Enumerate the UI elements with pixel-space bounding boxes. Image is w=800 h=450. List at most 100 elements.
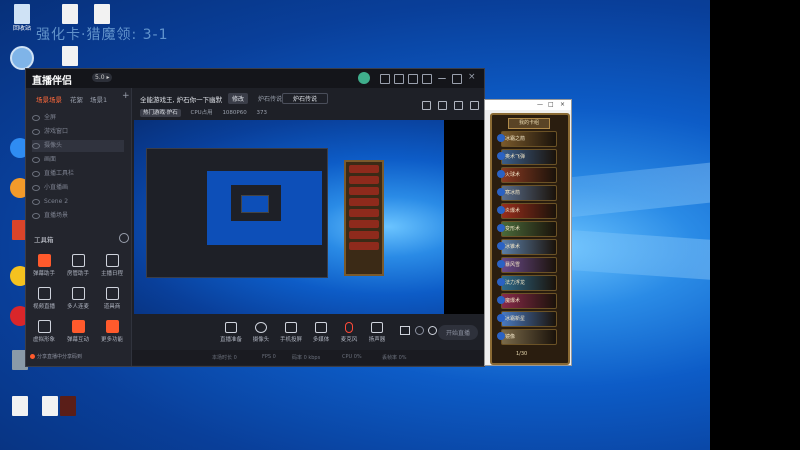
- preview-card-window: [344, 160, 384, 276]
- settings-icon[interactable]: [428, 326, 437, 335]
- notice-icon[interactable]: [394, 74, 404, 84]
- scene-item-selected[interactable]: 摄像头: [32, 140, 124, 152]
- close-icon[interactable]: ×: [468, 72, 476, 82]
- toolbox-collapse-icon[interactable]: [119, 233, 129, 243]
- status-cpu: CPU 0%: [342, 354, 362, 360]
- title-bar: 直播伴侣 5.0 ▸ ×: [26, 69, 484, 88]
- add-scene-button[interactable]: +: [122, 91, 130, 101]
- mana-cost-icon: [497, 224, 505, 232]
- deck-list: 我的卡组 冰霜之箭奥术飞弹火球术寒冰箭炎爆术变形术冰锥术暴风雪法力浮龙魔爆术冰霜…: [490, 113, 570, 365]
- card-name: 冰霜之箭: [505, 136, 526, 142]
- heart-icon[interactable]: [408, 74, 418, 84]
- category-select[interactable]: 炉石传说: [282, 93, 329, 104]
- scene-item[interactable]: 小直播画: [32, 182, 124, 194]
- card-name: 冰锥术: [505, 244, 521, 250]
- streaming-app-window: 直播伴侣 5.0 ▸ × 场景场景 花絮 场景1 + 全屏 游戏窗口 摄像头 画…: [25, 68, 485, 367]
- card-name: 火球术: [505, 172, 521, 178]
- mana-cost-icon: [497, 170, 505, 178]
- tool-multi-mic[interactable]: 多人连麦: [63, 287, 93, 310]
- tool-room-manager[interactable]: 房管助手: [63, 254, 93, 277]
- game-tag-button[interactable]: 热门游戏·炉石: [140, 109, 181, 117]
- deck-card[interactable]: 寒冰箭: [497, 185, 557, 201]
- tool-more[interactable]: 更多功能: [97, 320, 127, 343]
- stream-title: 全能游戏王, 炉石你一下幽默: [140, 96, 223, 104]
- deck-tracker-titlebar: — □ ×: [485, 100, 571, 110]
- prepare-button[interactable]: 直播准备: [218, 322, 244, 343]
- deck-card[interactable]: 魔爆术: [497, 293, 557, 309]
- app-logo: 直播伴侣: [32, 76, 72, 87]
- minimize-icon[interactable]: [438, 74, 446, 79]
- mana-cost-icon: [497, 260, 505, 268]
- minimize-icon[interactable]: —: [537, 101, 543, 108]
- viewer-count: 373: [256, 110, 268, 116]
- deck-card[interactable]: 变形术: [497, 221, 557, 237]
- tool-schedule[interactable]: 主播日程: [97, 254, 127, 277]
- close-icon[interactable]: ×: [560, 101, 565, 108]
- scene-item[interactable]: 画面: [32, 154, 124, 166]
- deck-card[interactable]: 镜像: [497, 329, 557, 345]
- control-bar: 直播准备 摄像头 手机投屏 多媒体 麦克风 扬声器 开始直播: [132, 316, 484, 350]
- mana-cost-icon: [497, 134, 505, 142]
- desktop-icon-recycle-bin[interactable]: 回收站: [2, 4, 42, 32]
- tab-scene[interactable]: 场景场景: [36, 94, 62, 104]
- tool-danmaku-interact[interactable]: 弹幕互动: [63, 320, 93, 343]
- scene-item[interactable]: 全屏: [32, 112, 124, 124]
- tool-prop-shop[interactable]: 道具商: [97, 287, 127, 310]
- stream-preview[interactable]: [134, 120, 484, 314]
- maximize-icon[interactable]: □: [548, 101, 554, 108]
- share-icon[interactable]: [470, 101, 479, 110]
- camera-button[interactable]: 摄像头: [248, 322, 274, 343]
- deck-card[interactable]: 炎爆术: [497, 203, 557, 219]
- status-bar: 本场时长 0 FPS 0 码率 0 kbps CPU 0% 丢帧率 0%: [132, 350, 484, 365]
- scene-item[interactable]: 直播工具栏: [32, 168, 124, 180]
- status-fps: FPS 0: [262, 354, 276, 360]
- mana-cost-icon: [497, 206, 505, 214]
- message-icon[interactable]: [380, 74, 390, 84]
- tool-danmaku-assistant[interactable]: 弹幕助手: [29, 254, 59, 277]
- deck-card[interactable]: 冰锥术: [497, 239, 557, 255]
- deck-card[interactable]: 奥术飞弹: [497, 149, 557, 165]
- start-live-button[interactable]: 开始直播: [438, 325, 479, 340]
- deck-card[interactable]: 火球术: [497, 167, 557, 183]
- menu-icon[interactable]: [422, 74, 432, 84]
- overlay-title: 强化卡·猎魔领: 3-1: [36, 27, 169, 43]
- scene-item[interactable]: Scene 2: [32, 196, 124, 208]
- scene-panel: 场景场景 花絮 场景1 + 全屏 游戏窗口 摄像头 画面 直播工具栏 小直播画 …: [26, 88, 132, 366]
- scene-item[interactable]: 直播场景: [32, 210, 124, 222]
- desktop-icon-file[interactable]: [50, 46, 90, 67]
- mana-cost-icon: [497, 278, 505, 286]
- mana-cost-icon: [497, 314, 505, 322]
- microphone-button[interactable]: 麦克风: [336, 322, 362, 343]
- screenshot-icon[interactable]: [438, 101, 447, 110]
- scene-item[interactable]: 游戏窗口: [32, 126, 124, 138]
- deck-card[interactable]: 冰霜之箭: [497, 131, 557, 147]
- layout-icon[interactable]: [422, 101, 431, 110]
- tool-avatar[interactable]: 虚拟形象: [29, 320, 59, 343]
- tab-scene-1[interactable]: 场景1: [90, 94, 107, 104]
- mana-cost-icon: [497, 242, 505, 250]
- deck-card[interactable]: 冰霜新星: [497, 311, 557, 327]
- preview-eye-icon[interactable]: [415, 326, 424, 335]
- speaker-button[interactable]: 扬声器: [364, 322, 390, 343]
- preview-desktop: [134, 120, 444, 314]
- phone-cast-button[interactable]: 手机投屏: [278, 322, 304, 343]
- version-tag[interactable]: 5.0 ▸: [92, 73, 113, 82]
- share-hint[interactable]: 分享直播中分享码到: [30, 353, 82, 360]
- desktop-icon-file[interactable]: [82, 4, 122, 25]
- mana-cost-icon: [497, 188, 505, 196]
- avatar[interactable]: [358, 72, 370, 84]
- bell-icon[interactable]: [454, 101, 463, 110]
- deck-header: 我的卡组: [508, 118, 550, 129]
- deck-card[interactable]: 暴风雪: [497, 257, 557, 273]
- category-label: 炉石传说: [258, 96, 283, 103]
- tab-extra[interactable]: 花絮: [70, 94, 83, 104]
- maximize-icon[interactable]: [452, 74, 462, 84]
- record-icon[interactable]: [400, 326, 410, 335]
- media-button[interactable]: 多媒体: [308, 322, 334, 343]
- tool-video-live[interactable]: 视频直播: [29, 287, 59, 310]
- deck-card[interactable]: 法力浮龙: [497, 275, 557, 291]
- card-name: 炎爆术: [505, 208, 521, 214]
- edit-title-button[interactable]: 修改: [228, 93, 249, 104]
- mana-cost-icon: [497, 332, 505, 340]
- desktop-icon-game[interactable]: [48, 396, 88, 417]
